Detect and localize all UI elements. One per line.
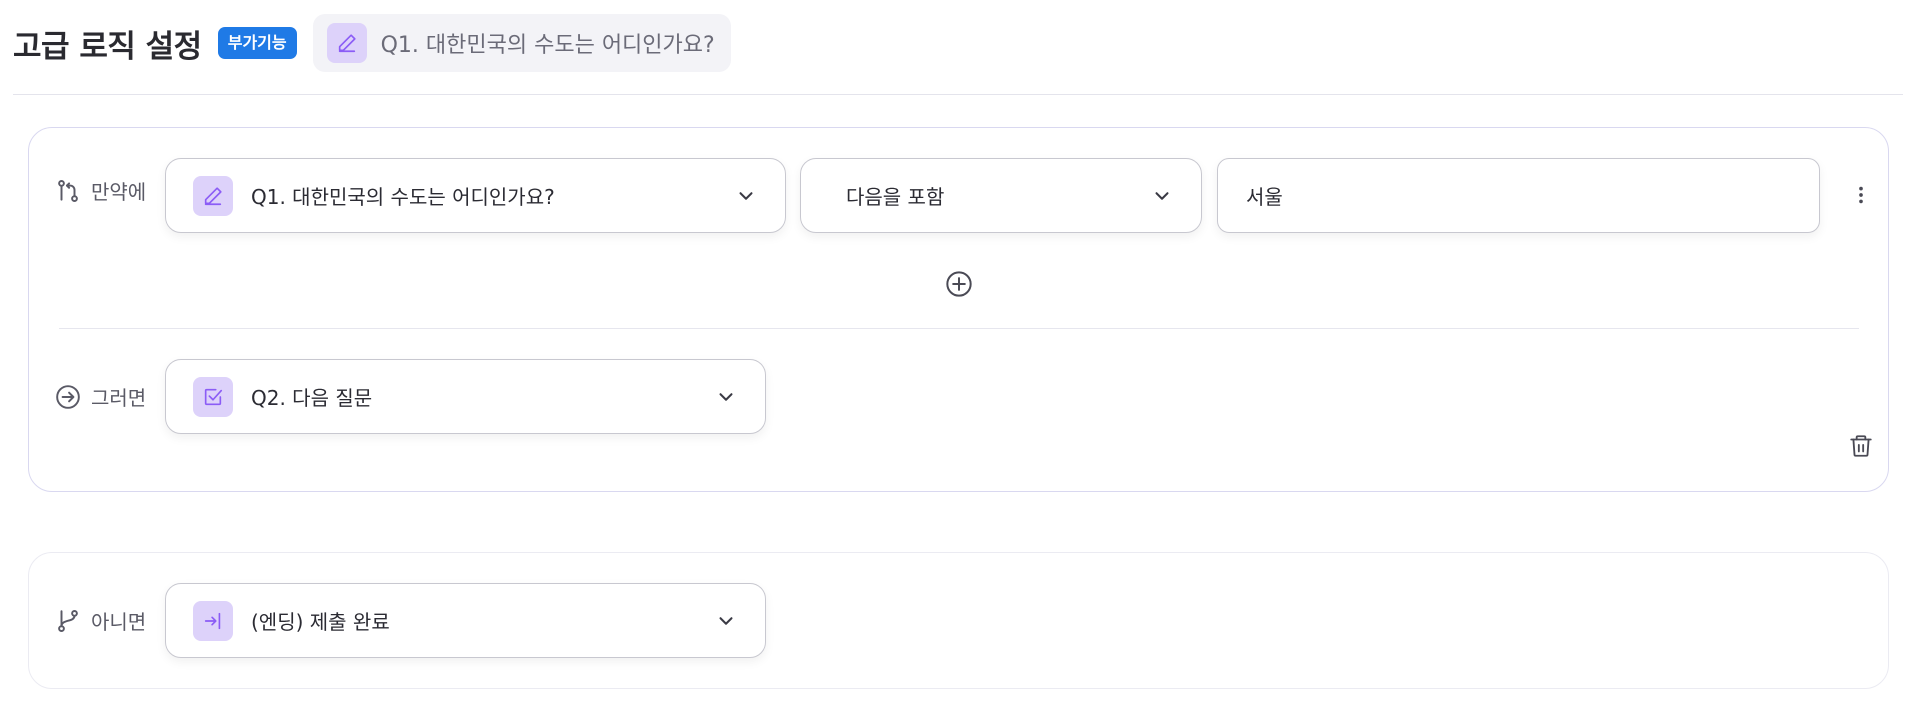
- if-row-label: 만약에: [55, 153, 146, 228]
- page-title: 고급 로직 설정: [13, 28, 202, 65]
- arrow-circle-right-icon: [56, 384, 80, 409]
- else-target-select[interactable]: (엔딩) 제출 완료: [165, 583, 766, 658]
- chevron-down-icon: [719, 616, 733, 625]
- addon-badge: 부가기능: [217, 27, 297, 59]
- logic-rule-card: 만약에 Q1. 대한민국의 수도는 어디인가요? 다음을 포함 서울 그러면 Q…: [28, 127, 1889, 492]
- else-rule-card: 아니면 (엔딩) 제출 완료: [28, 552, 1889, 689]
- condition-operator-label: 다음을 포함: [846, 185, 945, 209]
- then-row-label: 그러면: [55, 359, 146, 434]
- condition-operator-select[interactable]: 다음을 포함: [800, 158, 1202, 233]
- question-chip: Q1. 대한민국의 수도는 어디인가요?: [312, 14, 731, 72]
- chevron-down-icon: [719, 392, 733, 401]
- delete-rule-button[interactable]: [1847, 432, 1875, 460]
- chevron-down-icon: [739, 191, 753, 200]
- more-vertical-icon[interactable]: [1849, 183, 1873, 207]
- page-header: 고급 로직 설정 부가기능 Q1. 대한민국의 수도는 어디인가요?: [13, 14, 731, 72]
- rule-divider: [59, 328, 1859, 329]
- question-chip-label: Q1. 대한민국의 수도는 어디인가요?: [380, 33, 715, 58]
- header-divider: [13, 94, 1903, 95]
- checkbox-icon: [193, 376, 233, 417]
- add-condition-button[interactable]: [945, 270, 973, 298]
- else-label: 아니면: [91, 610, 147, 634]
- trash-icon: [1850, 435, 1872, 457]
- git-branch-icon: [58, 609, 78, 632]
- exit-icon: [193, 600, 233, 641]
- git-compare-icon: [58, 179, 78, 202]
- then-target-label: Q2. 다음 질문: [251, 386, 373, 410]
- condition-value-input[interactable]: 서울: [1217, 158, 1820, 233]
- plus-circle-icon: [946, 271, 972, 297]
- pencil-icon: [193, 175, 233, 216]
- pencil-icon: [326, 23, 367, 63]
- then-target-select[interactable]: Q2. 다음 질문: [165, 359, 766, 434]
- else-row-label: 아니면: [55, 583, 146, 658]
- chevron-down-icon: [1155, 191, 1169, 200]
- then-label: 그러면: [91, 386, 147, 410]
- if-label: 만약에: [91, 180, 147, 204]
- condition-question-select[interactable]: Q1. 대한민국의 수도는 어디인가요?: [165, 158, 786, 233]
- condition-question-label: Q1. 대한민국의 수도는 어디인가요?: [251, 185, 555, 209]
- else-target-label: (엔딩) 제출 완료: [251, 610, 390, 634]
